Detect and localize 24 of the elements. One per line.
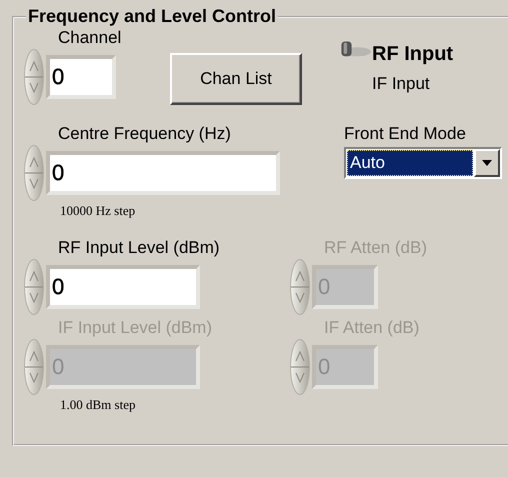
spin-buttons[interactable] (24, 259, 44, 315)
spin-buttons[interactable] (290, 259, 310, 315)
switch-option-label: RF Input (372, 42, 454, 67)
field-label: Front End Mode (344, 123, 467, 145)
number-field[interactable]: 0 (46, 55, 116, 99)
spin-buttons[interactable] (24, 339, 44, 395)
step-note: 1.00 dBm step (59, 397, 136, 413)
group-title: Frequency and Level Control (27, 6, 278, 27)
field-label: Channel (57, 27, 122, 49)
number-field[interactable]: 0 (46, 265, 200, 309)
field-label: IF Input Level (dBm) (57, 317, 214, 339)
number-field[interactable]: 0 (46, 151, 280, 195)
chan-list-button[interactable]: Chan List (170, 53, 302, 105)
field-label: Centre Frequency (Hz) (57, 123, 232, 145)
spin-buttons[interactable] (290, 339, 310, 395)
field-label: IF Atten (dB) (323, 317, 420, 339)
switch-option-label: IF Input (372, 73, 431, 95)
spin-buttons[interactable] (24, 49, 44, 105)
field-label: RF Atten (dB) (323, 237, 427, 259)
mode-dropdown[interactable]: Auto (344, 147, 502, 179)
field-label: RF Input Level (dBm) (57, 237, 221, 259)
caret-icon (482, 160, 492, 166)
step-note: 10000 Hz step (59, 203, 136, 219)
spin-buttons[interactable] (24, 145, 44, 201)
